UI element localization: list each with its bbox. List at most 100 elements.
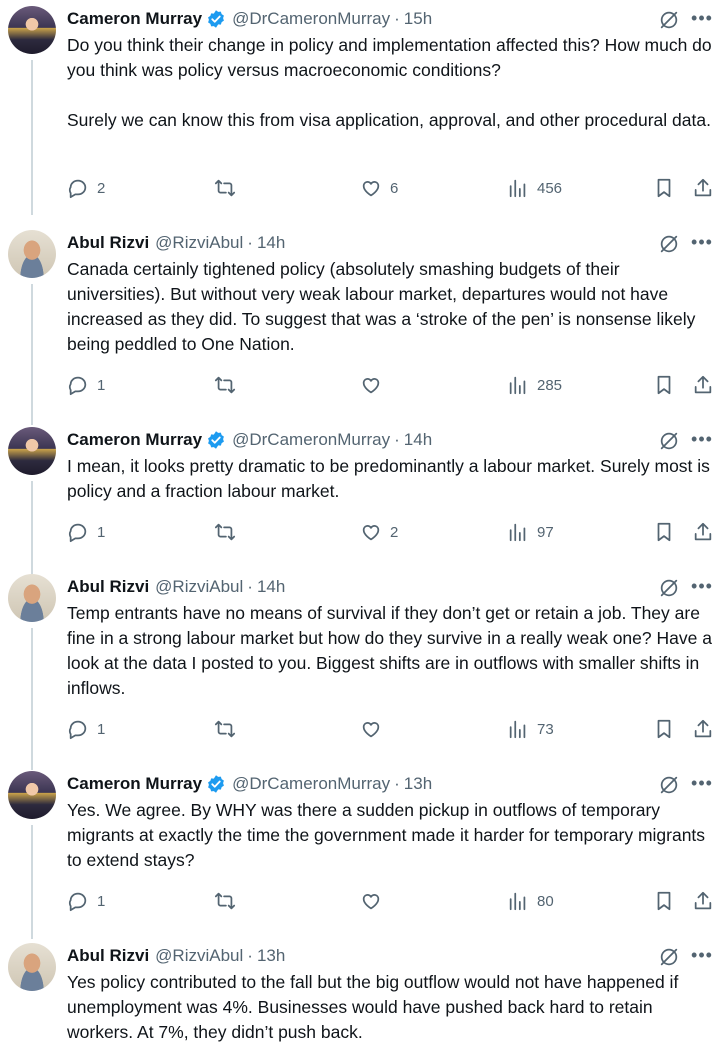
reply-icon xyxy=(68,892,87,912)
bookmark-button[interactable] xyxy=(653,176,675,200)
timestamp[interactable]: 14h xyxy=(257,577,285,597)
reply-count: 1 xyxy=(97,523,106,541)
heart-icon xyxy=(362,722,380,738)
author-handle[interactable]: @DrCameronMurray xyxy=(232,9,390,29)
more-dots-icon[interactable]: ••• xyxy=(690,576,714,598)
share-button[interactable] xyxy=(692,176,714,200)
avatar[interactable] xyxy=(8,771,56,819)
thread-line xyxy=(31,481,33,574)
bookmark-button[interactable] xyxy=(653,520,675,544)
timestamp[interactable]: 14h xyxy=(404,430,432,450)
reply-button[interactable]: 1 xyxy=(67,889,105,913)
timestamp[interactable]: 13h xyxy=(404,774,432,794)
thread-line xyxy=(31,284,33,425)
avatar[interactable] xyxy=(8,230,56,278)
bookmark-button[interactable] xyxy=(653,717,675,741)
action-bar: 2 6 456 xyxy=(67,176,717,200)
share-button[interactable] xyxy=(692,717,714,741)
more-dots-icon[interactable]: ••• xyxy=(690,773,714,795)
more-dots-icon[interactable]: ••• xyxy=(690,429,714,451)
author-name[interactable]: Abul Rizvi xyxy=(67,233,149,253)
repost-icon xyxy=(214,523,236,541)
tweet-text: Yes policy contributed to the fall but t… xyxy=(67,972,684,1042)
author-handle[interactable]: @DrCameronMurray xyxy=(232,774,390,794)
author-name[interactable]: Abul Rizvi xyxy=(67,946,149,966)
views-count: 285 xyxy=(537,376,563,394)
timestamp[interactable]: 15h xyxy=(404,9,432,29)
tweet[interactable]: Abul Rizvi @RizviAbul · 13h ••• Yes poli… xyxy=(0,937,728,1049)
grok-icon[interactable] xyxy=(658,774,680,796)
share-icon xyxy=(694,891,712,910)
timestamp[interactable]: 14h xyxy=(257,233,285,253)
share-button[interactable] xyxy=(692,373,714,397)
views-button[interactable]: 73 xyxy=(507,717,554,741)
views-count: 97 xyxy=(537,523,554,541)
bookmark-icon xyxy=(657,719,671,739)
author-name[interactable]: Abul Rizvi xyxy=(67,577,149,597)
author-name[interactable]: Cameron Murray xyxy=(67,430,202,450)
like-button[interactable]: 2 xyxy=(360,520,398,544)
repost-button[interactable] xyxy=(214,373,244,397)
like-button[interactable]: 6 xyxy=(360,176,398,200)
action-bar: 1 80 xyxy=(67,889,717,913)
grok-icon[interactable] xyxy=(658,577,680,599)
avatar[interactable] xyxy=(8,943,56,991)
repost-button[interactable] xyxy=(214,176,244,200)
grok-icon[interactable] xyxy=(658,946,680,968)
action-bar: 1 73 xyxy=(67,717,717,741)
reply-icon xyxy=(68,720,87,740)
bookmark-button[interactable] xyxy=(653,889,675,913)
more-dots-icon[interactable]: ••• xyxy=(690,945,714,967)
avatar[interactable] xyxy=(8,6,56,54)
author-handle[interactable]: @RizviAbul xyxy=(155,233,243,253)
reply-count: 1 xyxy=(97,376,106,394)
tweet[interactable]: Cameron Murray @DrCameronMurray · 13h ••… xyxy=(0,765,728,939)
repost-button[interactable] xyxy=(214,717,244,741)
author-handle[interactable]: @DrCameronMurray xyxy=(232,430,390,450)
like-button[interactable] xyxy=(360,373,390,397)
author-handle[interactable]: @RizviAbul xyxy=(155,577,243,597)
reply-button[interactable]: 1 xyxy=(67,717,105,741)
reply-count: 2 xyxy=(97,179,106,197)
avatar[interactable] xyxy=(8,427,56,475)
tweet[interactable]: Abul Rizvi @RizviAbul · 14h ••• Canada c… xyxy=(0,224,728,425)
bookmark-button[interactable] xyxy=(653,373,675,397)
tweet[interactable]: Cameron Murray @DrCameronMurray · 14h ••… xyxy=(0,421,728,574)
more-dots-icon[interactable]: ••• xyxy=(690,8,714,30)
author-handle[interactable]: @RizviAbul xyxy=(155,946,243,966)
grok-icon[interactable] xyxy=(658,9,680,31)
views-button[interactable]: 80 xyxy=(507,889,554,913)
avatar[interactable] xyxy=(8,574,56,622)
verified-badge-icon xyxy=(208,775,225,793)
views-button[interactable]: 285 xyxy=(507,373,562,397)
tweet[interactable]: Abul Rizvi @RizviAbul · 14h ••• Temp ent… xyxy=(0,568,728,770)
reply-button[interactable]: 2 xyxy=(67,176,105,200)
more-dots-icon[interactable]: ••• xyxy=(690,232,714,254)
like-count: 6 xyxy=(390,179,399,197)
repost-button[interactable] xyxy=(214,889,244,913)
author-name[interactable]: Cameron Murray xyxy=(67,9,202,29)
reply-icon xyxy=(68,179,87,199)
like-button[interactable] xyxy=(360,889,390,913)
author-name[interactable]: Cameron Murray xyxy=(67,774,202,794)
share-button[interactable] xyxy=(692,889,714,913)
tweet-header: Cameron Murray @DrCameronMurray · 13h xyxy=(67,772,432,796)
repost-button[interactable] xyxy=(214,520,244,544)
reply-button[interactable]: 1 xyxy=(67,373,105,397)
separator: · xyxy=(247,577,253,596)
timestamp[interactable]: 13h xyxy=(257,946,285,966)
reply-icon xyxy=(68,523,87,543)
separator: · xyxy=(394,9,400,28)
views-chart-icon xyxy=(509,523,526,542)
action-bar: 1 285 xyxy=(67,373,717,397)
like-button[interactable] xyxy=(360,717,390,741)
tweet[interactable]: Cameron Murray @DrCameronMurray · 15h ••… xyxy=(0,0,728,215)
views-button[interactable]: 97 xyxy=(507,520,554,544)
grok-icon[interactable] xyxy=(658,430,680,452)
bookmark-icon xyxy=(657,375,671,395)
grok-icon[interactable] xyxy=(658,233,680,255)
views-button[interactable]: 456 xyxy=(507,176,562,200)
share-button[interactable] xyxy=(692,520,714,544)
repost-icon xyxy=(214,179,236,197)
reply-button[interactable]: 1 xyxy=(67,520,105,544)
